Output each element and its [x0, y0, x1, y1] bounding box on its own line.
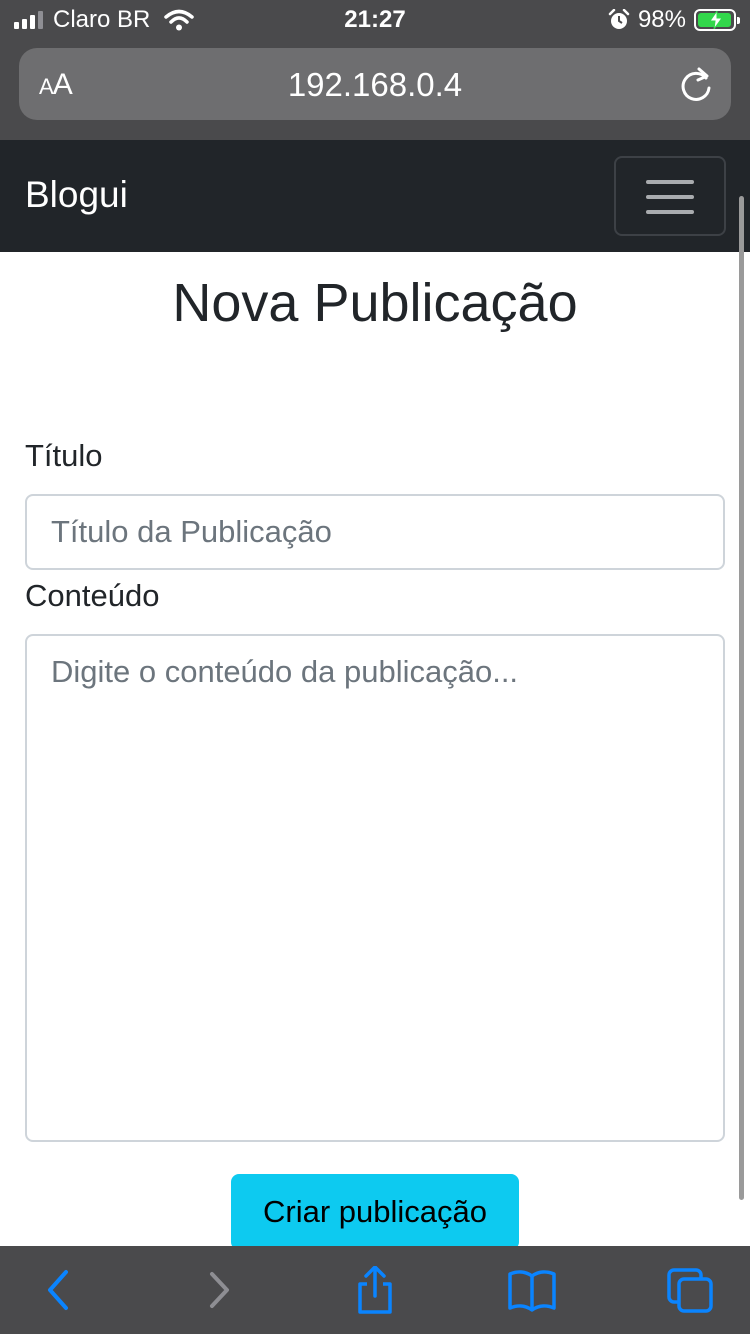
title-label: Título [25, 438, 103, 473]
status-right: 98% [608, 6, 740, 34]
forward-icon[interactable] [194, 1266, 244, 1314]
navbar: Blogui [0, 140, 750, 252]
alarm-icon [608, 9, 630, 29]
title-input[interactable] [25, 494, 725, 570]
browser-toolbar [0, 1246, 750, 1334]
url-text[interactable]: 192.168.0.4 [19, 66, 731, 104]
charging-bolt-icon [709, 11, 723, 29]
bookmarks-icon[interactable] [507, 1266, 557, 1314]
content-textarea[interactable] [25, 634, 725, 1142]
battery-icon [694, 9, 740, 31]
share-icon[interactable] [350, 1266, 400, 1314]
hamburger-icon [646, 180, 694, 184]
hamburger-icon [646, 195, 694, 199]
navbar-brand[interactable]: Blogui [25, 174, 128, 216]
hamburger-icon [646, 210, 694, 214]
reload-icon[interactable] [679, 66, 713, 102]
create-post-button[interactable]: Criar publicação [231, 1174, 519, 1250]
tabs-icon[interactable] [665, 1266, 715, 1314]
battery-percent: 98% [637, 6, 686, 33]
page-title: Nova Publicação [172, 273, 578, 333]
status-bar: Claro BR 21:27 98% [0, 0, 750, 40]
navbar-toggler-button[interactable] [614, 156, 726, 236]
address-bar[interactable]: AA 192.168.0.4 [19, 48, 731, 120]
back-icon[interactable] [34, 1266, 84, 1314]
content-label: Conteúdo [25, 578, 160, 613]
page-scrollbar[interactable] [739, 196, 744, 1200]
browser-top-chrome: Claro BR 21:27 98% AA 192.168.0.4 [0, 0, 750, 140]
